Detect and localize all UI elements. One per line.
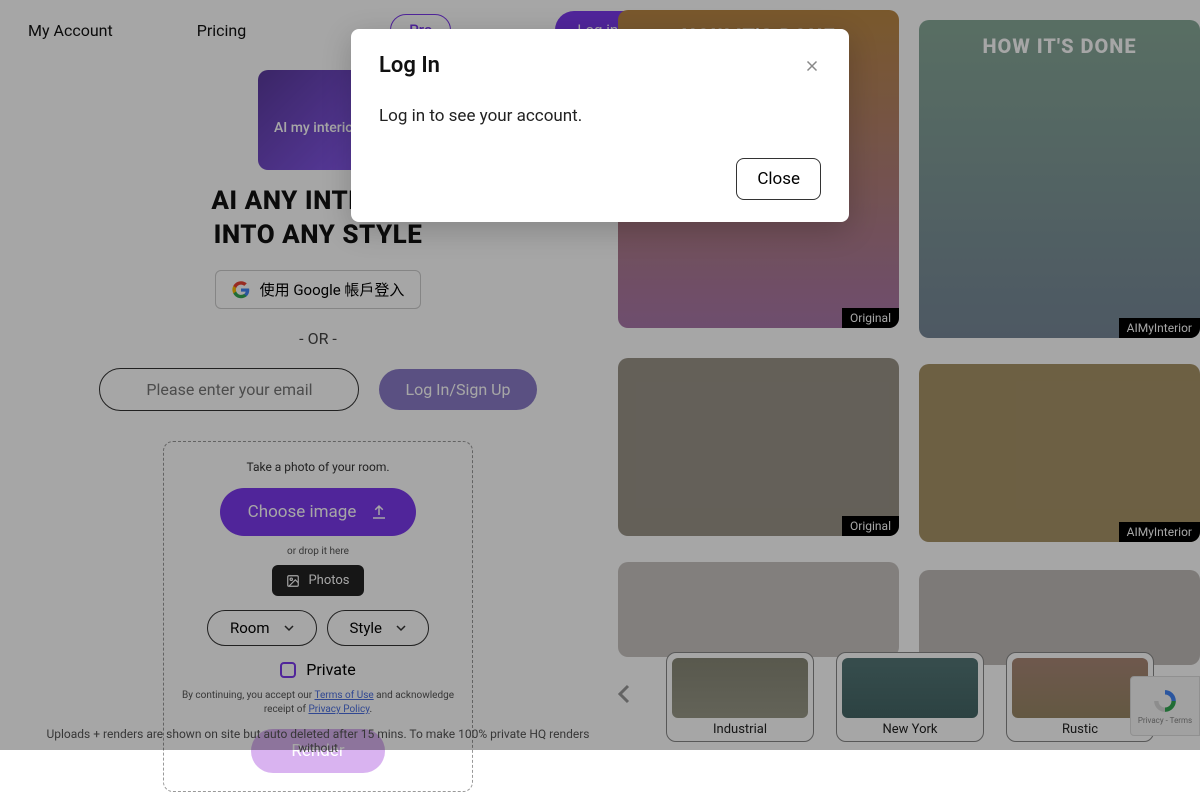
modal-close-button[interactable]: Close (736, 158, 821, 200)
modal-body: Log in to see your account. (379, 106, 821, 126)
login-modal: Log In Log in to see your account. Close (351, 29, 849, 222)
modal-title: Log In (379, 53, 440, 78)
close-icon[interactable] (803, 57, 821, 75)
